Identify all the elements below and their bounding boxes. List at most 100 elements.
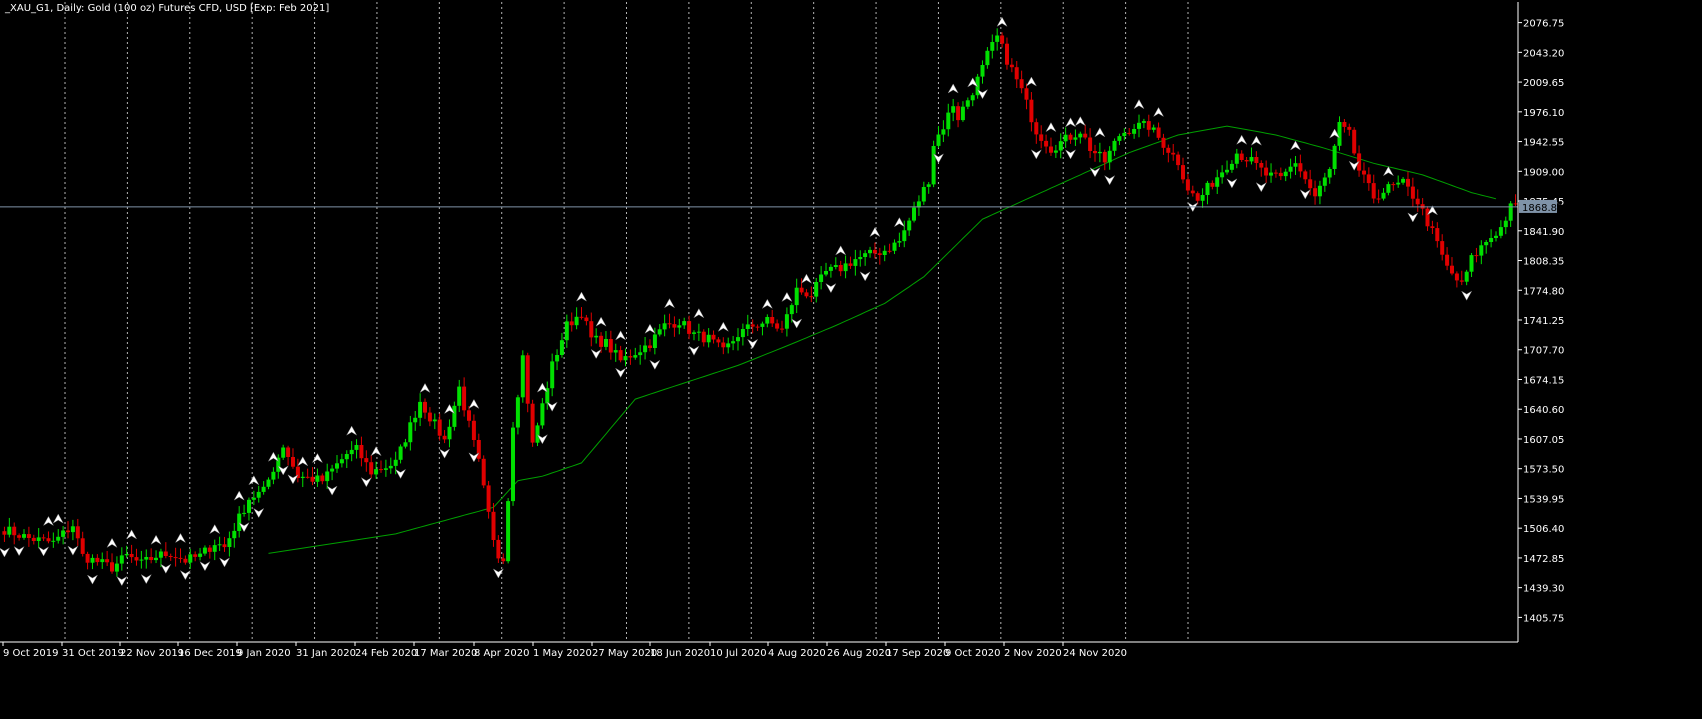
- candle-body: [809, 296, 814, 298]
- price-scale-label: 1405.75: [1523, 613, 1564, 624]
- candle-body: [1097, 151, 1102, 154]
- bull-candle: [447, 419, 452, 448]
- candle-body: [423, 401, 427, 413]
- candle-body: [902, 230, 907, 242]
- candle-body: [51, 540, 56, 542]
- candle-body: [457, 386, 462, 406]
- bear-candle: [1371, 174, 1376, 204]
- candle-body: [946, 112, 951, 130]
- chart-window[interactable]: 2076.75 2043.20 2009.65 1976.10 1942.55 1909.…: [0, 0, 1702, 719]
- time-scale-label: 9 Oct 2020: [945, 648, 1000, 659]
- fractal-up-arrow: [800, 273, 813, 284]
- candle-body: [56, 536, 61, 541]
- bear-candle: [628, 349, 633, 365]
- candle-body: [271, 471, 276, 480]
- bull-candle: [281, 444, 286, 460]
- fractal-up-arrow: [106, 537, 118, 549]
- candle-body: [868, 249, 872, 254]
- candle-body: [188, 554, 193, 563]
- bear-candle: [608, 330, 613, 360]
- fractal-up-arrow: [419, 382, 431, 394]
- fractal-down-arrow: [360, 477, 373, 488]
- candle-body: [814, 282, 819, 297]
- fractal-down-arrow: [179, 569, 192, 581]
- candle-body: [1484, 242, 1489, 246]
- bull-candle: [760, 321, 765, 336]
- bull-candle: [858, 250, 863, 267]
- time-scale-label: 27 May 2020: [592, 648, 657, 659]
- bull-candle: [335, 455, 339, 473]
- bull-candle: [271, 467, 276, 485]
- candle-body: [1450, 265, 1454, 274]
- bull-candle: [814, 277, 819, 303]
- fractal-up-arrow: [150, 534, 162, 545]
- candle-body: [1249, 157, 1254, 162]
- bull-candle: [604, 331, 608, 351]
- time-scale-label: 31 Jan 2020: [296, 648, 356, 659]
- candle-body: [1117, 136, 1122, 141]
- candle-body: [1273, 172, 1278, 174]
- candle-body: [1313, 188, 1318, 197]
- fractal-up-arrow: [1236, 134, 1248, 145]
- candle-body: [1376, 198, 1381, 200]
- bear-candle: [1435, 222, 1440, 248]
- candle-body: [1088, 137, 1093, 151]
- candle-body: [828, 266, 833, 271]
- candle-body: [1435, 228, 1440, 242]
- candle-body: [775, 323, 780, 329]
- bull-candle: [247, 497, 251, 521]
- candle-body: [843, 263, 848, 272]
- candle-body: [1494, 235, 1498, 238]
- candle-body: [1024, 88, 1029, 100]
- bull-candle: [1494, 231, 1498, 242]
- candle-body: [227, 538, 232, 547]
- candle-body: [1420, 204, 1425, 209]
- chart-svg[interactable]: 2076.75 2043.20 2009.65 1976.10 1942.55 1909.…: [0, 0, 1702, 719]
- bear-candle: [359, 436, 364, 467]
- bear-candle: [1049, 137, 1053, 156]
- bear-candle: [1068, 132, 1073, 144]
- bear-candle: [80, 531, 85, 557]
- bear-candle: [872, 242, 877, 259]
- bear-candle: [1156, 122, 1161, 140]
- fractal-up-arrow: [614, 330, 627, 341]
- candle-body: [144, 557, 149, 560]
- fractal-up-arrow: [1064, 117, 1077, 128]
- candle-body: [237, 513, 242, 531]
- fractal-down-arrow: [1030, 149, 1042, 160]
- candle-body: [149, 557, 154, 560]
- bull-candle: [1229, 160, 1234, 173]
- bull-candle: [90, 554, 95, 570]
- candle-body: [1190, 190, 1195, 194]
- bull-candle: [398, 444, 403, 464]
- price-scale-label: 1976.10: [1523, 108, 1564, 119]
- bull-candle: [736, 328, 740, 351]
- candle-body: [61, 530, 66, 537]
- candle-body: [662, 323, 667, 330]
- bear-candle: [95, 554, 100, 566]
- candle-body: [442, 435, 447, 440]
- bear-candle: [1303, 169, 1308, 184]
- candle-body: [1498, 227, 1503, 236]
- candle-body: [1210, 182, 1215, 187]
- candle-body: [1440, 241, 1445, 255]
- bear-candle: [1083, 124, 1088, 140]
- candle-body: [330, 468, 335, 472]
- candle-body: [701, 331, 706, 343]
- bull-candle: [1322, 172, 1327, 192]
- bear-candle: [1362, 162, 1366, 184]
- candle-body: [379, 469, 383, 471]
- fractal-up-arrow: [575, 291, 588, 302]
- candle-body: [486, 485, 491, 512]
- candle-body: [1327, 169, 1332, 178]
- candle-body: [1352, 129, 1357, 154]
- bull-candle: [1489, 229, 1494, 248]
- bull-candle: [677, 318, 682, 335]
- bull-candle: [882, 245, 887, 262]
- candle-body: [1141, 121, 1146, 123]
- candle-body: [310, 476, 315, 482]
- time-scale-label: 9 Oct 2019: [3, 648, 58, 659]
- fractal-up-arrow: [1045, 122, 1057, 133]
- bull-candle: [731, 335, 736, 351]
- candle-body: [70, 526, 75, 533]
